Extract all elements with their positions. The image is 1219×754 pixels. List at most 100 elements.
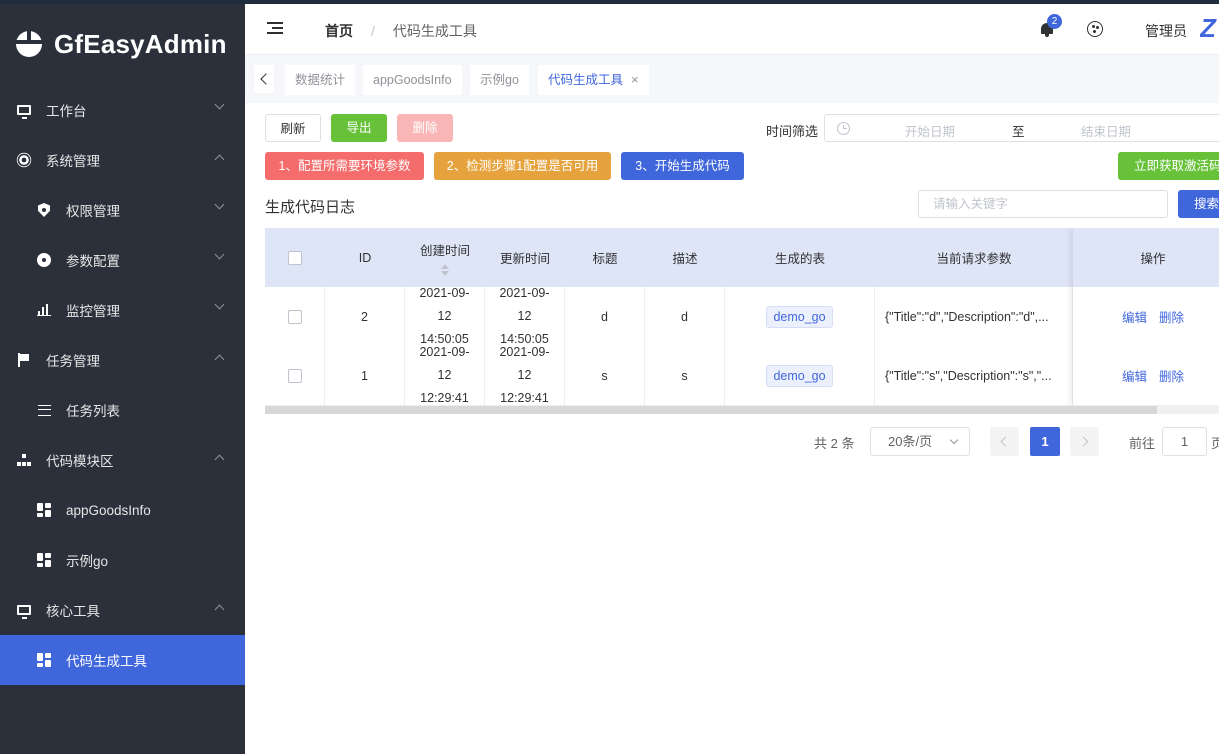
search-input[interactable]	[918, 190, 1168, 218]
sidebar-item-permissions[interactable]: 权限管理	[0, 185, 245, 235]
cell-updated: 2021-09-12 12:29:41	[485, 345, 565, 405]
monitor-icon	[16, 102, 32, 119]
chevron-down-icon	[214, 99, 225, 110]
breadcrumb-current: 代码生成工具	[392, 23, 477, 39]
scrollbar-thumb[interactable]	[265, 406, 1157, 414]
sidebar-item-label: 监控管理	[66, 304, 120, 319]
tab-appgoodsinfo[interactable]: appGoodsInfo	[363, 65, 462, 95]
delete-button[interactable]: 删除	[397, 114, 453, 142]
logo[interactable]: GfEasyAdmin	[0, 4, 245, 84]
end-date-placeholder[interactable]: 结束日期	[1081, 121, 1131, 140]
shield-icon	[36, 202, 52, 218]
sidebar-item-label: 核心工具	[46, 604, 100, 619]
breadcrumb: 首页 / 代码生成工具	[325, 21, 477, 41]
log-table: ID 创建时间 更新时间 标题 描述 生成的表 当前请求参数 操作 2 2021…	[265, 228, 1219, 414]
tab-stats[interactable]: 数据统计	[285, 65, 356, 95]
collapse-menu-icon[interactable]	[267, 22, 283, 34]
row-checkbox[interactable]	[287, 368, 302, 383]
cell-table: demo_go	[725, 346, 875, 405]
date-range-picker[interactable]: 开始日期 至 结束日期	[824, 114, 1219, 142]
palette-icon[interactable]	[1087, 21, 1103, 37]
time-filter-label: 时间筛选	[766, 124, 819, 139]
sidebar-item-monitor[interactable]: 监控管理	[0, 285, 245, 335]
sidebar-item-core-tools[interactable]: 核心工具	[0, 585, 245, 635]
export-button[interactable]: 导出	[331, 114, 387, 142]
table-name-tag: demo_go	[766, 364, 833, 387]
sidebar-item-label: 任务管理	[46, 354, 100, 369]
row-checkbox[interactable]	[287, 309, 302, 324]
horizontal-scrollbar[interactable]	[265, 406, 1219, 414]
pagination-total: 共 2 条	[814, 436, 855, 451]
get-activation-code-button[interactable]: 立即获取激活码	[1118, 152, 1219, 180]
sidebar-item-system[interactable]: 系统管理	[0, 135, 245, 185]
sidebar-item-tasks[interactable]: 任务管理	[0, 335, 245, 385]
notification-badge: 2	[1047, 14, 1062, 29]
goto-label: 前往	[1129, 436, 1156, 451]
search-button[interactable]: 搜索	[1178, 190, 1219, 218]
column-header-title: 标题	[592, 252, 618, 266]
cell-id: 2	[325, 287, 405, 346]
next-page-button[interactable]	[1070, 427, 1099, 456]
sidebar-item-label: 代码生成工具	[66, 654, 147, 669]
refresh-button[interactable]: 刷新	[265, 114, 321, 142]
sidebar-item-code-generator[interactable]: 代码生成工具	[0, 635, 245, 685]
prev-page-button[interactable]	[990, 427, 1019, 456]
breadcrumb-home[interactable]: 首页	[325, 21, 353, 41]
main-content: 刷新 导出 删除 时间筛选 开始日期 至 结束日期 1、配置所需要环境参数 2、…	[256, 104, 1219, 754]
logo-icon	[16, 31, 42, 57]
grid-icon	[36, 652, 52, 668]
step2-check-button[interactable]: 2、检测步骤1配置是否可用	[434, 152, 611, 180]
avatar[interactable]: Z	[1200, 14, 1219, 42]
breadcrumb-separator: /	[371, 23, 375, 39]
page-size-select[interactable]: 20条/页	[870, 427, 970, 456]
sitemap-icon	[16, 452, 32, 468]
tab-label: 代码生成工具	[548, 73, 624, 87]
tab-code-generator[interactable]: 代码生成工具 ×	[538, 65, 649, 95]
cell-params: {"Title":"s","Description":"s","...	[875, 346, 1073, 405]
row-select-cell	[265, 346, 325, 405]
list-icon	[36, 402, 52, 418]
cell-params: {"Title":"d","Description":"d",...	[875, 287, 1073, 346]
sort-icon[interactable]	[441, 263, 449, 276]
column-header-id[interactable]: ID	[325, 228, 405, 287]
chevron-up-icon	[214, 604, 225, 615]
column-header-created[interactable]: 创建时间	[405, 228, 485, 287]
column-header-params: 当前请求参数	[936, 252, 1012, 266]
cell-created: 2021-09-12 14:50:05	[405, 286, 485, 346]
cell-description: s	[645, 346, 725, 405]
user-name[interactable]: 管理员	[1145, 21, 1187, 41]
step1-config-button[interactable]: 1、配置所需要环境参数	[265, 152, 424, 180]
chevron-down-icon	[214, 199, 225, 210]
chevron-left-icon[interactable]	[254, 65, 274, 93]
row-select-cell	[265, 287, 325, 346]
bar-chart-icon	[36, 302, 52, 318]
table-name-tag: demo_go	[766, 305, 833, 328]
flag-icon	[16, 352, 32, 368]
sidebar-item-label: 权限管理	[66, 204, 120, 219]
select-all-checkbox[interactable]	[288, 250, 302, 265]
page-number-current[interactable]: 1	[1030, 427, 1060, 456]
section-title: 生成代码日志	[265, 199, 356, 216]
sidebar-item-appgoodsinfo[interactable]: appGoodsInfo	[0, 485, 245, 535]
cell-title: d	[565, 287, 645, 346]
app-title: GfEasyAdmin	[54, 28, 227, 59]
sidebar-item-example-go[interactable]: 示例go	[0, 535, 245, 585]
close-icon[interactable]: ×	[631, 65, 639, 95]
sidebar-item-task-list[interactable]: 任务列表	[0, 385, 245, 435]
sidebar-item-workbench[interactable]: 工作台	[0, 85, 245, 135]
top-header: 首页 / 代码生成工具 2 管理员 Z	[245, 4, 1219, 55]
column-header-label: 创建时间	[419, 243, 470, 258]
sidebar-item-code-modules[interactable]: 代码模块区	[0, 435, 245, 485]
step3-generate-button[interactable]: 3、开始生成代码	[621, 152, 744, 180]
gear-icon	[16, 152, 32, 168]
sidebar-item-params[interactable]: 参数配置	[0, 235, 245, 285]
goto-suffix: 页	[1211, 436, 1219, 451]
sidebar-menu: 工作台 系统管理 权限管理 参数配置 监控管理 任务管理 任务列表 代码模块区 …	[0, 85, 245, 685]
cell-description: d	[645, 287, 725, 346]
sidebar-item-label: 代码模块区	[46, 454, 114, 469]
start-date-placeholder[interactable]: 开始日期	[905, 121, 955, 140]
disc-icon	[36, 252, 52, 268]
column-header-updated: 更新时间	[499, 252, 550, 266]
tab-example-go[interactable]: 示例go	[470, 65, 529, 95]
goto-page-input[interactable]	[1162, 427, 1207, 456]
